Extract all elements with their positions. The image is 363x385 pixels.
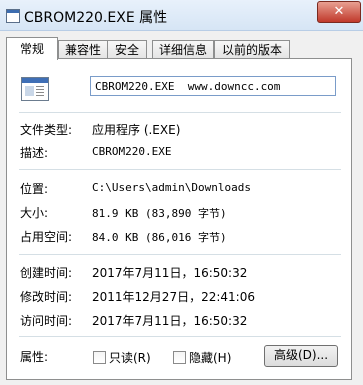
- size-value: 81.9 KB (83,890 字节): [92, 207, 227, 220]
- exe-file-icon: [21, 77, 49, 101]
- created-value: 2017年7月11日，16:50:32: [92, 266, 248, 280]
- tab-security[interactable]: 安全: [107, 40, 147, 59]
- separator: [19, 112, 341, 113]
- size-on-disk-label: 占用空间:: [20, 230, 73, 244]
- tab-general[interactable]: 常规: [6, 37, 58, 60]
- hidden-checkbox-label: 隐藏(H): [189, 351, 232, 365]
- accessed-value: 2017年7月11日，16:50:32: [92, 314, 248, 328]
- advanced-button[interactable]: 高级(D)...: [264, 345, 338, 367]
- modified-label: 修改时间:: [20, 290, 73, 304]
- file-type-label: 文件类型:: [20, 123, 73, 137]
- tab-compatibility[interactable]: 兼容性: [58, 40, 108, 59]
- separator: [19, 254, 341, 255]
- file-type-value: 应用程序 (.EXE): [92, 123, 181, 137]
- created-label: 创建时间:: [20, 266, 73, 280]
- description-label: 描述:: [20, 146, 49, 160]
- size-label: 大小:: [20, 206, 49, 220]
- modified-value: 2011年12月27日，22:41:06: [92, 290, 255, 304]
- attributes-label: 属性:: [20, 350, 49, 364]
- description-value: CBROM220.EXE: [92, 145, 172, 158]
- tab-previous-versions[interactable]: 以前的版本: [214, 40, 290, 59]
- app-window-icon: [6, 9, 20, 23]
- close-button[interactable]: ✕: [317, 1, 361, 23]
- title-bar: CBROM220.EXE 属性 ✕: [0, 0, 363, 31]
- accessed-label: 访问时间:: [20, 314, 73, 328]
- location-label: 位置:: [20, 182, 49, 196]
- size-on-disk-value: 84.0 KB (86,016 字节): [92, 231, 227, 244]
- location-value: C:\Users\admin\Downloads: [92, 181, 251, 194]
- readonly-checkbox[interactable]: 只读(R): [93, 349, 151, 365]
- hidden-checkbox[interactable]: 隐藏(H): [173, 349, 232, 365]
- readonly-checkbox-label: 只读(R): [109, 351, 151, 365]
- filename-field[interactable]: CBROM220.EXE www.downcc.com: [90, 76, 336, 96]
- separator: [19, 336, 341, 337]
- tab-details[interactable]: 详细信息: [152, 40, 214, 59]
- readonly-checkbox-box[interactable]: [93, 351, 106, 364]
- separator: [19, 169, 341, 170]
- hidden-checkbox-box[interactable]: [173, 351, 186, 364]
- window-title: CBROM220.EXE 属性: [24, 10, 168, 26]
